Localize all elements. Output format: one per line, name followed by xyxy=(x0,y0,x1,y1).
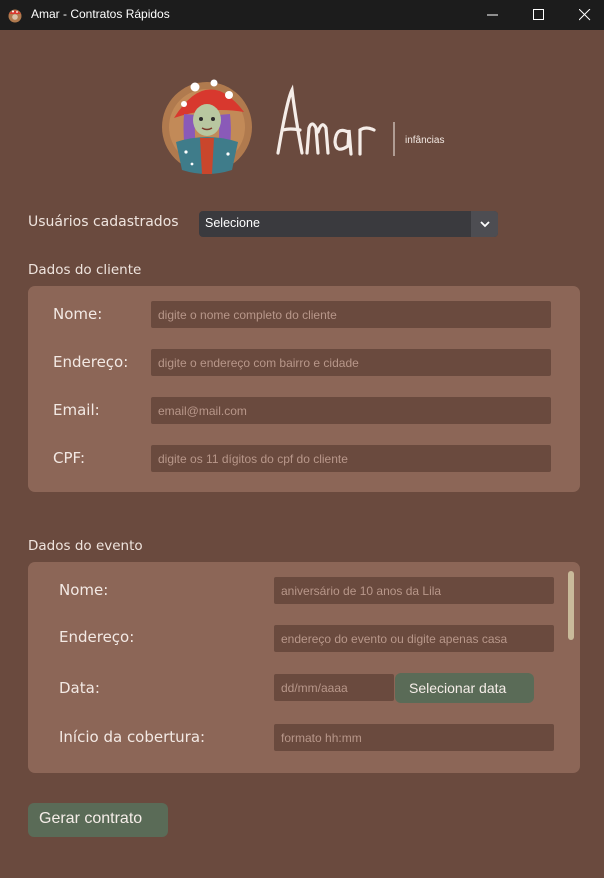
cliente-section-label: Dados do cliente xyxy=(28,262,142,278)
cliente-endereco-label: Endereço: xyxy=(53,353,129,371)
evento-inicio-placeholder: formato hh:mm xyxy=(281,731,362,745)
maximize-button[interactable] xyxy=(516,0,562,30)
cliente-nome-input[interactable]: digite o nome completo do cliente xyxy=(151,301,551,328)
window-title: Amar - Contratos Rápidos xyxy=(31,7,170,21)
app-icon xyxy=(8,9,22,23)
chevron-down-icon xyxy=(480,221,490,228)
evento-inicio-input[interactable]: formato hh:mm xyxy=(274,724,554,751)
evento-section-label: Dados do evento xyxy=(28,538,143,554)
evento-nome-label: Nome: xyxy=(59,581,109,599)
cliente-email-label: Email: xyxy=(53,401,100,419)
evento-data-placeholder: dd/mm/aaaa xyxy=(281,681,348,695)
evento-endereco-input[interactable]: endereço do evento ou digite apenas casa xyxy=(274,625,554,652)
cliente-endereco-placeholder: digite o endereço com bairro e cidade xyxy=(158,356,359,370)
usuarios-select-value: Selecione xyxy=(205,216,260,230)
evento-data-label: Data: xyxy=(59,679,100,697)
cliente-email-placeholder: email@mail.com xyxy=(158,404,247,418)
close-icon xyxy=(579,9,591,21)
usuarios-label: Usuários cadastrados xyxy=(28,214,179,230)
evento-inicio-label: Início da cobertura: xyxy=(59,728,206,746)
amar-logo xyxy=(162,79,395,174)
select-date-button[interactable]: Selecionar data xyxy=(395,673,534,703)
title-bar: Amar - Contratos Rápidos xyxy=(0,0,604,30)
generate-contract-label: Gerar contrato xyxy=(39,810,143,827)
minimize-icon xyxy=(487,14,498,16)
cliente-endereco-input[interactable]: digite o endereço com bairro e cidade xyxy=(151,349,551,376)
minimize-button[interactable] xyxy=(470,0,516,30)
generate-contract-button[interactable]: Gerar contrato xyxy=(28,803,168,837)
cliente-cpf-input[interactable]: digite os 11 dígitos do cpf do cliente xyxy=(151,445,551,472)
usuarios-dropdown-button[interactable] xyxy=(471,211,498,237)
select-date-label: Selecionar data xyxy=(409,680,507,696)
usuarios-select[interactable]: Selecione xyxy=(199,211,498,237)
cliente-nome-label: Nome: xyxy=(53,305,103,323)
cliente-email-input[interactable]: email@mail.com xyxy=(151,397,551,424)
evento-panel: Nome: aniversário de 10 anos da Lila End… xyxy=(28,562,580,773)
close-button[interactable] xyxy=(562,0,604,30)
cliente-cpf-placeholder: digite os 11 dígitos do cpf do cliente xyxy=(158,452,348,466)
maximize-icon xyxy=(533,9,544,20)
evento-endereco-label: Endereço: xyxy=(59,628,135,646)
evento-scrollbar[interactable] xyxy=(568,571,574,640)
evento-data-input[interactable]: dd/mm/aaaa xyxy=(274,674,394,701)
evento-nome-input[interactable]: aniversário de 10 anos da Lila xyxy=(274,577,554,604)
evento-nome-placeholder: aniversário de 10 anos da Lila xyxy=(281,584,442,598)
cliente-nome-placeholder: digite o nome completo do cliente xyxy=(158,308,337,322)
cliente-panel: Nome: digite o nome completo do cliente … xyxy=(28,286,580,492)
evento-endereco-placeholder: endereço do evento ou digite apenas casa xyxy=(281,632,508,646)
logo-subtitle: infâncias xyxy=(405,135,445,146)
cliente-cpf-label: CPF: xyxy=(53,449,86,467)
